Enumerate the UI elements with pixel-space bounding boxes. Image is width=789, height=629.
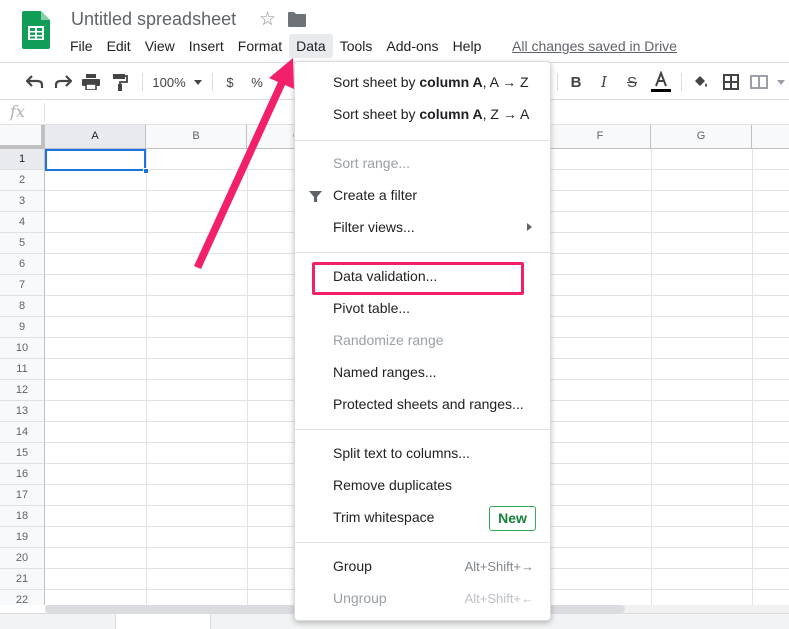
menu-item-pivot-table[interactable]: Pivot table... bbox=[333, 300, 410, 316]
menu-item-named-ranges[interactable]: Named ranges... bbox=[333, 364, 437, 380]
row-header-9[interactable]: 9 bbox=[0, 317, 45, 338]
row-header-17[interactable]: 17 bbox=[0, 485, 45, 506]
menu-item-sort-range: Sort range... bbox=[333, 155, 411, 171]
text-color-icon[interactable] bbox=[650, 71, 672, 93]
menu-view[interactable]: View bbox=[138, 34, 182, 58]
bold-icon[interactable]: B bbox=[567, 71, 585, 93]
menu-format[interactable]: Format bbox=[231, 34, 289, 58]
row-header-12[interactable]: 12 bbox=[0, 380, 45, 401]
zoom-dropdown-icon[interactable] bbox=[191, 71, 205, 93]
menu-insert[interactable]: Insert bbox=[182, 34, 231, 58]
ungroup-shortcut: Alt+Shift+← bbox=[464, 591, 534, 606]
fill-color-icon[interactable] bbox=[690, 71, 710, 93]
group-shortcut: Alt+Shift+→ bbox=[464, 559, 534, 574]
column-header-g[interactable]: G bbox=[651, 125, 752, 149]
borders-icon[interactable] bbox=[721, 71, 741, 93]
row-header-1[interactable]: 1 bbox=[0, 149, 45, 170]
new-badge: New bbox=[489, 506, 536, 531]
star-icon[interactable]: ☆ bbox=[259, 8, 276, 31]
row-header-14[interactable]: 14 bbox=[0, 422, 45, 443]
menu-tools[interactable]: Tools bbox=[333, 34, 380, 58]
row-header-11[interactable]: 11 bbox=[0, 359, 45, 380]
fill-handle[interactable] bbox=[143, 168, 149, 174]
menu-item-filter-views[interactable]: Filter views... bbox=[333, 219, 415, 235]
row-header-15[interactable]: 15 bbox=[0, 443, 45, 464]
submenu-arrow-icon bbox=[527, 223, 532, 231]
row-header-2[interactable]: 2 bbox=[0, 170, 45, 191]
paint-format-icon[interactable] bbox=[109, 71, 131, 93]
menu-edit[interactable]: Edit bbox=[100, 34, 138, 58]
menu-item-create-filter[interactable]: Create a filter bbox=[333, 187, 417, 203]
filter-icon bbox=[309, 189, 322, 207]
row-header-19[interactable]: 19 bbox=[0, 527, 45, 548]
row-header-4[interactable]: 4 bbox=[0, 212, 45, 233]
row-header-13[interactable]: 13 bbox=[0, 401, 45, 422]
merge-dropdown-icon[interactable] bbox=[775, 71, 787, 93]
row-header-22[interactable]: 22 bbox=[0, 590, 45, 605]
italic-icon[interactable]: I bbox=[595, 71, 613, 93]
sheets-logo-icon[interactable] bbox=[22, 11, 50, 49]
merge-cells-icon[interactable] bbox=[749, 71, 769, 93]
row-header-20[interactable]: 20 bbox=[0, 548, 45, 569]
print-icon[interactable] bbox=[80, 71, 102, 93]
row-header-5[interactable]: 5 bbox=[0, 233, 45, 254]
row-header-21[interactable]: 21 bbox=[0, 569, 45, 590]
undo-icon[interactable] bbox=[24, 71, 46, 93]
menu-bar: File Edit View Insert Format Data Tools … bbox=[63, 34, 488, 58]
menu-item-protected-sheets[interactable]: Protected sheets and ranges... bbox=[333, 396, 524, 412]
menu-item-remove-duplicates[interactable]: Remove duplicates bbox=[333, 477, 452, 493]
row-header-16[interactable]: 16 bbox=[0, 464, 45, 485]
fx-icon: fx bbox=[10, 102, 25, 121]
menu-file[interactable]: File bbox=[63, 34, 100, 58]
menu-item-split-text[interactable]: Split text to columns... bbox=[333, 445, 470, 461]
row-header-10[interactable]: 10 bbox=[0, 338, 45, 359]
menu-item-sort-z-a[interactable]: Sort sheet by column A, Z → A bbox=[333, 106, 529, 122]
row-header-8[interactable]: 8 bbox=[0, 296, 45, 317]
menu-help[interactable]: Help bbox=[446, 34, 489, 58]
row-header-6[interactable]: 6 bbox=[0, 254, 45, 275]
column-header-f[interactable]: F bbox=[550, 125, 651, 149]
zoom-select[interactable]: 100% bbox=[152, 71, 186, 93]
row-header-3[interactable]: 3 bbox=[0, 191, 45, 212]
annotation-highlight-box bbox=[312, 262, 524, 295]
strikethrough-icon[interactable]: S bbox=[622, 71, 642, 93]
menu-addons[interactable]: Add-ons bbox=[379, 34, 445, 58]
select-all-corner[interactable] bbox=[0, 125, 45, 149]
menu-item-sort-a-z[interactable]: Sort sheet by column A, A → Z bbox=[333, 74, 529, 90]
menu-item-trim-whitespace[interactable]: Trim whitespace bbox=[333, 509, 434, 525]
sheet-tab[interactable] bbox=[115, 614, 211, 629]
document-title[interactable]: Untitled spreadsheet bbox=[71, 9, 236, 30]
column-header-b[interactable]: B bbox=[146, 125, 247, 149]
redo-icon[interactable] bbox=[52, 71, 74, 93]
menu-item-randomize-range: Randomize range bbox=[333, 332, 444, 348]
column-header-a[interactable]: A bbox=[45, 125, 146, 149]
row-header-18[interactable]: 18 bbox=[0, 506, 45, 527]
selected-cell-a1[interactable] bbox=[45, 149, 146, 171]
column-header-h[interactable] bbox=[752, 125, 789, 149]
folder-icon[interactable] bbox=[288, 12, 306, 27]
menu-data[interactable]: Data bbox=[289, 34, 333, 58]
saved-status-link[interactable]: All changes saved in Drive bbox=[512, 38, 677, 54]
currency-button[interactable]: $ bbox=[222, 71, 238, 93]
menu-item-ungroup: Ungroup bbox=[333, 590, 387, 606]
menu-item-group[interactable]: Group bbox=[333, 558, 372, 574]
percent-button[interactable]: % bbox=[250, 71, 264, 93]
data-menu-dropdown: Sort sheet by column A, A → Z Sort sheet… bbox=[294, 61, 551, 621]
row-header-7[interactable]: 7 bbox=[0, 275, 45, 296]
